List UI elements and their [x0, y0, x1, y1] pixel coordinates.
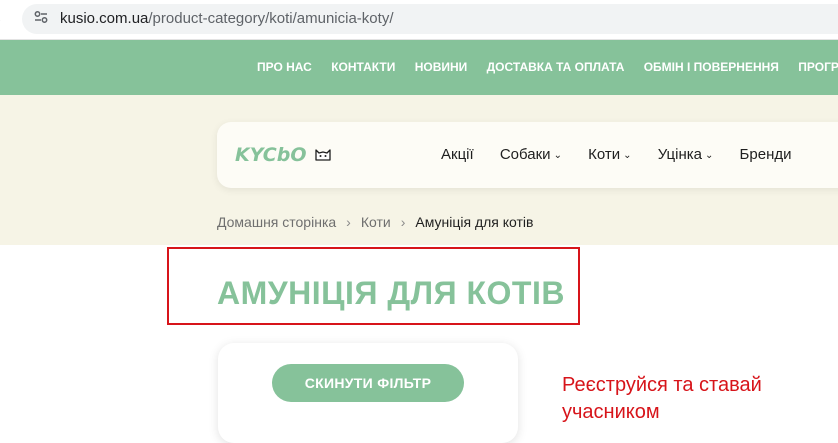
- kusio-logo[interactable]: KYCbO: [235, 142, 335, 166]
- menu-item-dogs[interactable]: Собаки ⌄: [500, 146, 562, 163]
- url-path: /product-category/koti/amunicia-koty/: [148, 10, 394, 27]
- menu-item-label: Уцінка: [657, 146, 702, 163]
- menu-item-label: Коти: [588, 146, 621, 163]
- chevron-down-icon: ⌄: [623, 150, 632, 161]
- register-promo-text[interactable]: Реєструйся та ставай учасником: [562, 372, 802, 426]
- breadcrumb-parent[interactable]: Коти: [361, 214, 391, 230]
- logo-text: KYCbO: [235, 144, 307, 166]
- menu-item-label: Бренди: [739, 146, 792, 163]
- chevron-right-icon: ›: [400, 214, 406, 230]
- menu-item-label: Собаки: [499, 146, 551, 163]
- topnav-contacts[interactable]: КОНТАКТИ: [331, 60, 395, 74]
- chevron-right-icon: ›: [346, 214, 351, 230]
- chevron-down-icon: ⌄: [553, 150, 562, 161]
- main-menu: Акції Собаки ⌄ Коти ⌄ Уцінка ⌄ Бренди: [441, 146, 814, 163]
- topnav-about[interactable]: ПРО НАС: [257, 60, 312, 74]
- page-title: АМУНІЦІЯ ДЛЯ КОТІВ: [217, 275, 565, 311]
- reset-filter-button[interactable]: СКИНУТИ ФІЛЬТР: [272, 364, 464, 402]
- topnav-news[interactable]: НОВИНИ: [415, 60, 468, 74]
- filter-sidebar: СКИНУТИ ФІЛЬТР: [218, 343, 518, 443]
- browser-address-bar: › kusio.com.ua/product-category/koti/amu…: [0, 0, 838, 40]
- topnav-loyalty[interactable]: ПРОГРАМА ЛОЯЛЬНОСТІ: [798, 60, 838, 74]
- url-text[interactable]: kusio.com.ua/product-category/koti/amuni…: [60, 10, 393, 27]
- cat-face-icon: [315, 149, 331, 161]
- back-arrow-icon[interactable]: ›: [0, 12, 6, 26]
- breadcrumb-home[interactable]: Домашня сторінка: [217, 214, 336, 230]
- chevron-down-icon: ⌄: [704, 150, 714, 161]
- topnav-returns[interactable]: ОБМІН І ПОВЕРНЕННЯ: [644, 60, 779, 74]
- topnav-delivery[interactable]: ДОСТАВКА ТА ОПЛАТА: [487, 60, 625, 74]
- top-navigation: ПРО НАС КОНТАКТИ НОВИНИ ДОСТАВКА ТА ОПЛА…: [0, 40, 838, 95]
- main-menu-card: KYCbO Акції Собаки ⌄ Коти ⌄ Уцінка ⌄ Бренди: [217, 122, 838, 188]
- breadcrumb: Домашня сторінка › Коти › Амуніція для котів: [217, 214, 533, 230]
- menu-item-brands[interactable]: Бренди: [740, 146, 792, 163]
- menu-item-discount[interactable]: Уцінка ⌄: [658, 146, 714, 163]
- breadcrumb-current: Амуніція для котів: [415, 214, 534, 230]
- menu-item-sales[interactable]: Акції: [441, 146, 474, 163]
- menu-item-cats[interactable]: Коти ⌄: [588, 146, 631, 163]
- site-info-icon[interactable]: [33, 9, 49, 25]
- menu-item-label: Акції: [441, 146, 474, 163]
- url-host: kusio.com.ua: [60, 10, 149, 27]
